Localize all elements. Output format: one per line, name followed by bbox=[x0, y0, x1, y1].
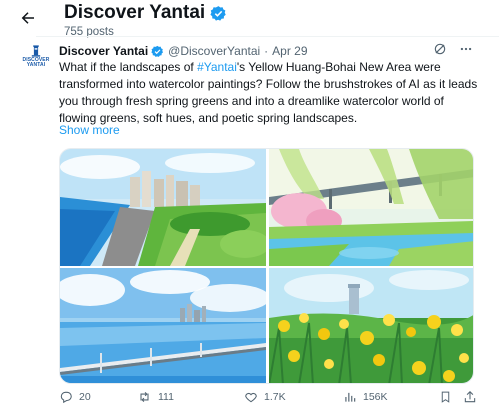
lighthouse-logo-icon bbox=[31, 45, 41, 57]
reply-button[interactable]: 20 bbox=[59, 390, 91, 404]
tweet-text: What if the landscapes of #Yantai's Yell… bbox=[59, 59, 479, 127]
views-icon bbox=[345, 392, 356, 402]
action-bar: 20 111 1.7K 156K bbox=[59, 390, 479, 410]
arrow-left-icon bbox=[21, 12, 34, 24]
views-button[interactable]: 156K bbox=[343, 390, 388, 404]
back-button[interactable] bbox=[14, 6, 42, 30]
separator: · bbox=[264, 44, 269, 58]
show-more-link[interactable]: Show more bbox=[59, 123, 120, 137]
verified-badge-icon bbox=[210, 5, 226, 21]
tweet-header: Discover Yantai @DiscoverYantai · Apr 29 bbox=[59, 42, 479, 60]
avatar[interactable]: DISCOVER YANTAI bbox=[22, 44, 50, 74]
more-icon[interactable] bbox=[459, 42, 473, 56]
bookmark-icon bbox=[441, 391, 450, 403]
media-image-coastal-city[interactable] bbox=[60, 149, 266, 266]
like-count: 1.7K bbox=[264, 391, 286, 403]
reply-count: 20 bbox=[79, 391, 91, 403]
verified-badge-icon bbox=[151, 45, 164, 57]
tweet-text-start: What if the landscapes of bbox=[59, 60, 198, 74]
share-icon bbox=[464, 391, 476, 403]
author-handle[interactable]: @DiscoverYantai bbox=[168, 44, 260, 58]
post-date[interactable]: Apr 29 bbox=[272, 44, 307, 58]
divider bbox=[36, 36, 499, 37]
repost-button[interactable]: 111 bbox=[137, 390, 174, 404]
author-name[interactable]: Discover Yantai bbox=[59, 44, 148, 58]
grok-icon[interactable] bbox=[433, 42, 447, 56]
bookmark-button[interactable] bbox=[439, 390, 452, 404]
profile-header: Discover Yantai 755 posts bbox=[64, 2, 227, 38]
page-title: Discover Yantai bbox=[64, 2, 206, 23]
repost-count: 111 bbox=[158, 391, 174, 403]
media-image-willow-bridge[interactable] bbox=[269, 149, 473, 266]
share-button[interactable] bbox=[463, 390, 477, 404]
hashtag-link[interactable]: #Yantai bbox=[197, 60, 237, 74]
views-count: 156K bbox=[363, 391, 388, 403]
media-image-sea-bridge[interactable] bbox=[60, 268, 266, 383]
media-image-yellow-flowers[interactable] bbox=[269, 268, 473, 383]
repost-icon bbox=[140, 391, 149, 403]
media-grid bbox=[59, 148, 474, 384]
reply-icon bbox=[60, 391, 72, 404]
like-button[interactable]: 1.7K bbox=[244, 390, 286, 404]
top-bar: Discover Yantai 755 posts bbox=[0, 0, 499, 40]
avatar-text: DISCOVER YANTAI bbox=[22, 57, 50, 68]
like-icon bbox=[245, 392, 257, 403]
